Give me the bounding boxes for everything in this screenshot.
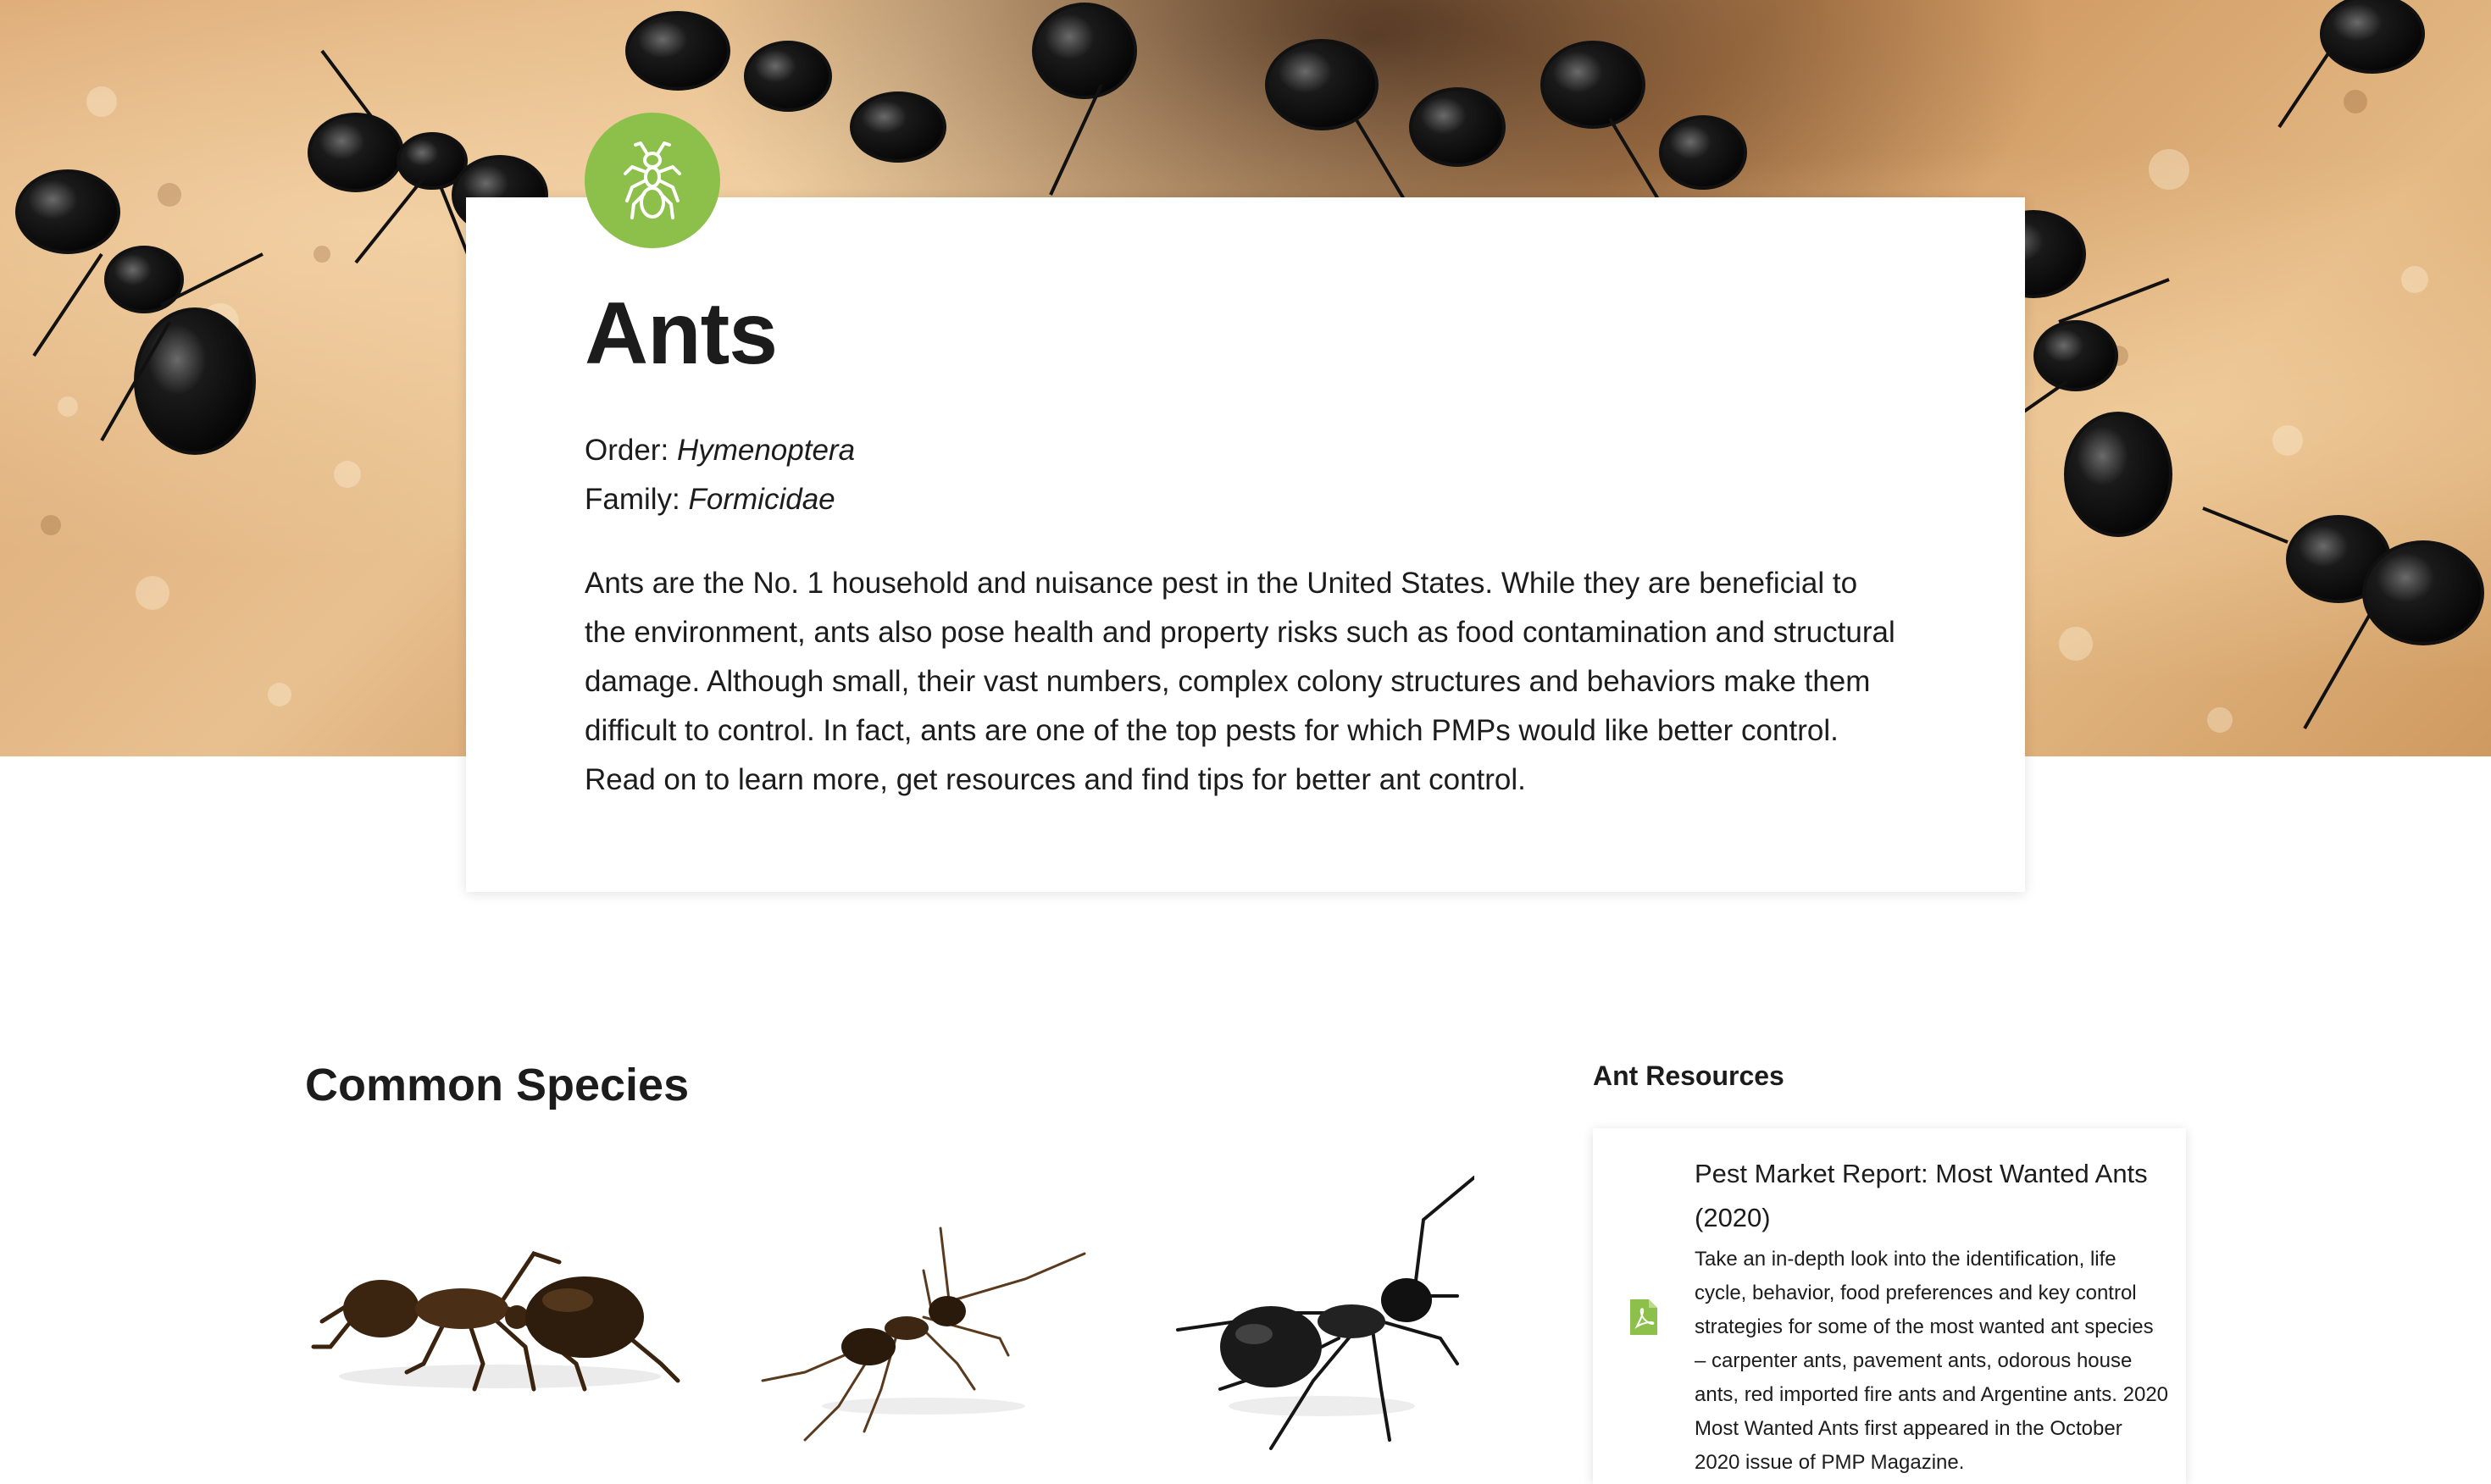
- pdf-icon: [1630, 1299, 1657, 1335]
- page-description: Ants are the No. 1 household and nuisanc…: [585, 567, 1895, 796]
- resource-title-link[interactable]: Pest Market Report: Most Wanted Ants (20…: [1695, 1152, 2169, 1240]
- order-label: Order:: [585, 434, 669, 467]
- resources-heading: Ant Resources: [1593, 1060, 1784, 1091]
- species-image-3[interactable]: [1169, 1169, 1474, 1457]
- ant-badge: [585, 113, 720, 248]
- page-title: Ants: [585, 285, 778, 383]
- order-value: Hymenoptera: [676, 434, 856, 467]
- taxon-order: Order: Hymenoptera: [585, 434, 855, 468]
- resource-card[interactable]: Pest Market Report: Most Wanted Ants (20…: [1593, 1128, 2186, 1484]
- resource-description: Take an in-depth look into the identific…: [1695, 1248, 2169, 1474]
- taxon-family: Family: Formicidae: [585, 483, 835, 517]
- family-value: Formicidae: [688, 483, 835, 516]
- species-heading: Common Species: [305, 1060, 690, 1110]
- ant-icon: [624, 141, 681, 219]
- species-image-2[interactable]: [754, 1220, 1093, 1448]
- species-image-1[interactable]: [305, 1220, 686, 1406]
- family-label: Family:: [585, 483, 680, 516]
